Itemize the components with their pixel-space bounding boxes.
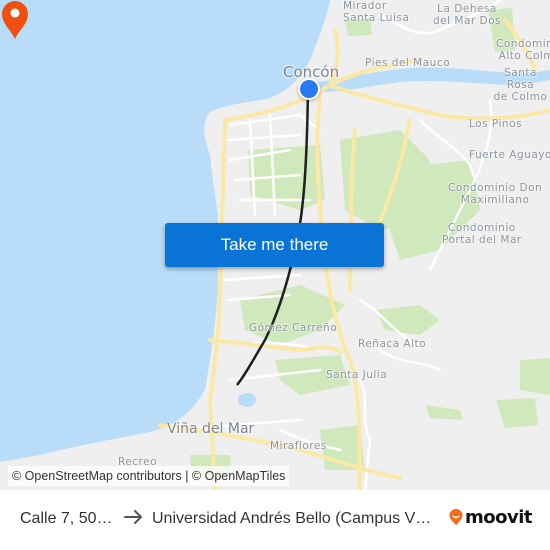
destination-pin-icon[interactable] [0,0,30,40]
place-label-mirador-santa-luisa: Mirador Santa Luisa [343,0,410,24]
place-label-renaca-alto: Reñaca Alto [358,338,427,350]
place-label-fuerte-aguayo: Fuerte Aguayo [469,149,550,161]
arrow-right-icon [124,510,142,524]
moovit-wordmark: moovit [465,507,533,528]
moovit-logo[interactable]: moovit [449,507,533,528]
place-label-santa-rosa-de-colmo: Santa Rosa de Colmo [493,67,548,103]
map-attribution: © OpenStreetMap contributors | © OpenMap… [8,466,290,486]
take-me-there-button[interactable]: Take me there [165,223,384,267]
place-label-concon: Concón [283,63,340,81]
place-label-miraflores: Miraflores [270,440,327,452]
origin-label: Calle 7, 50… [20,510,113,527]
place-label-condominio-portal-del-mar: Condominio Portal del Mar [442,222,522,246]
origin-pin-icon[interactable] [298,78,320,100]
place-label-santa-julia: Santa Julia [326,369,388,381]
lake [238,393,256,407]
place-label-los-pinos: Los Pinos [469,118,522,130]
moovit-pin-icon [449,509,463,526]
attribution-separator: | [181,469,192,483]
openmaptiles-attribution-link[interactable]: © OpenMapTiles [192,469,286,483]
place-label-gomez-carreno: Gómez Carreño [249,322,338,334]
destination-label: Universidad Andrés Bello (Campus V… [152,510,432,527]
osm-attribution-link[interactable]: © OpenStreetMap contributors [12,469,182,483]
place-label-condominio-alto-colmo: Condominio Alto Colmo [496,38,550,62]
route-footer: Calle 7, 50… Universidad Andrés Bello (C… [0,490,550,550]
place-label-vina-del-mar: Viña del Mar [167,421,255,437]
map[interactable]: Mirador Santa Luisa La Dehesa del Mar Do… [0,0,550,490]
place-label-la-dehesa: La Dehesa del Mar Dos [433,3,502,27]
place-label-condominio-don-maximiliano: Condominio Don Maximiliano [448,182,543,206]
place-label-pies-del-mauco: Pies del Mauco [365,57,451,69]
